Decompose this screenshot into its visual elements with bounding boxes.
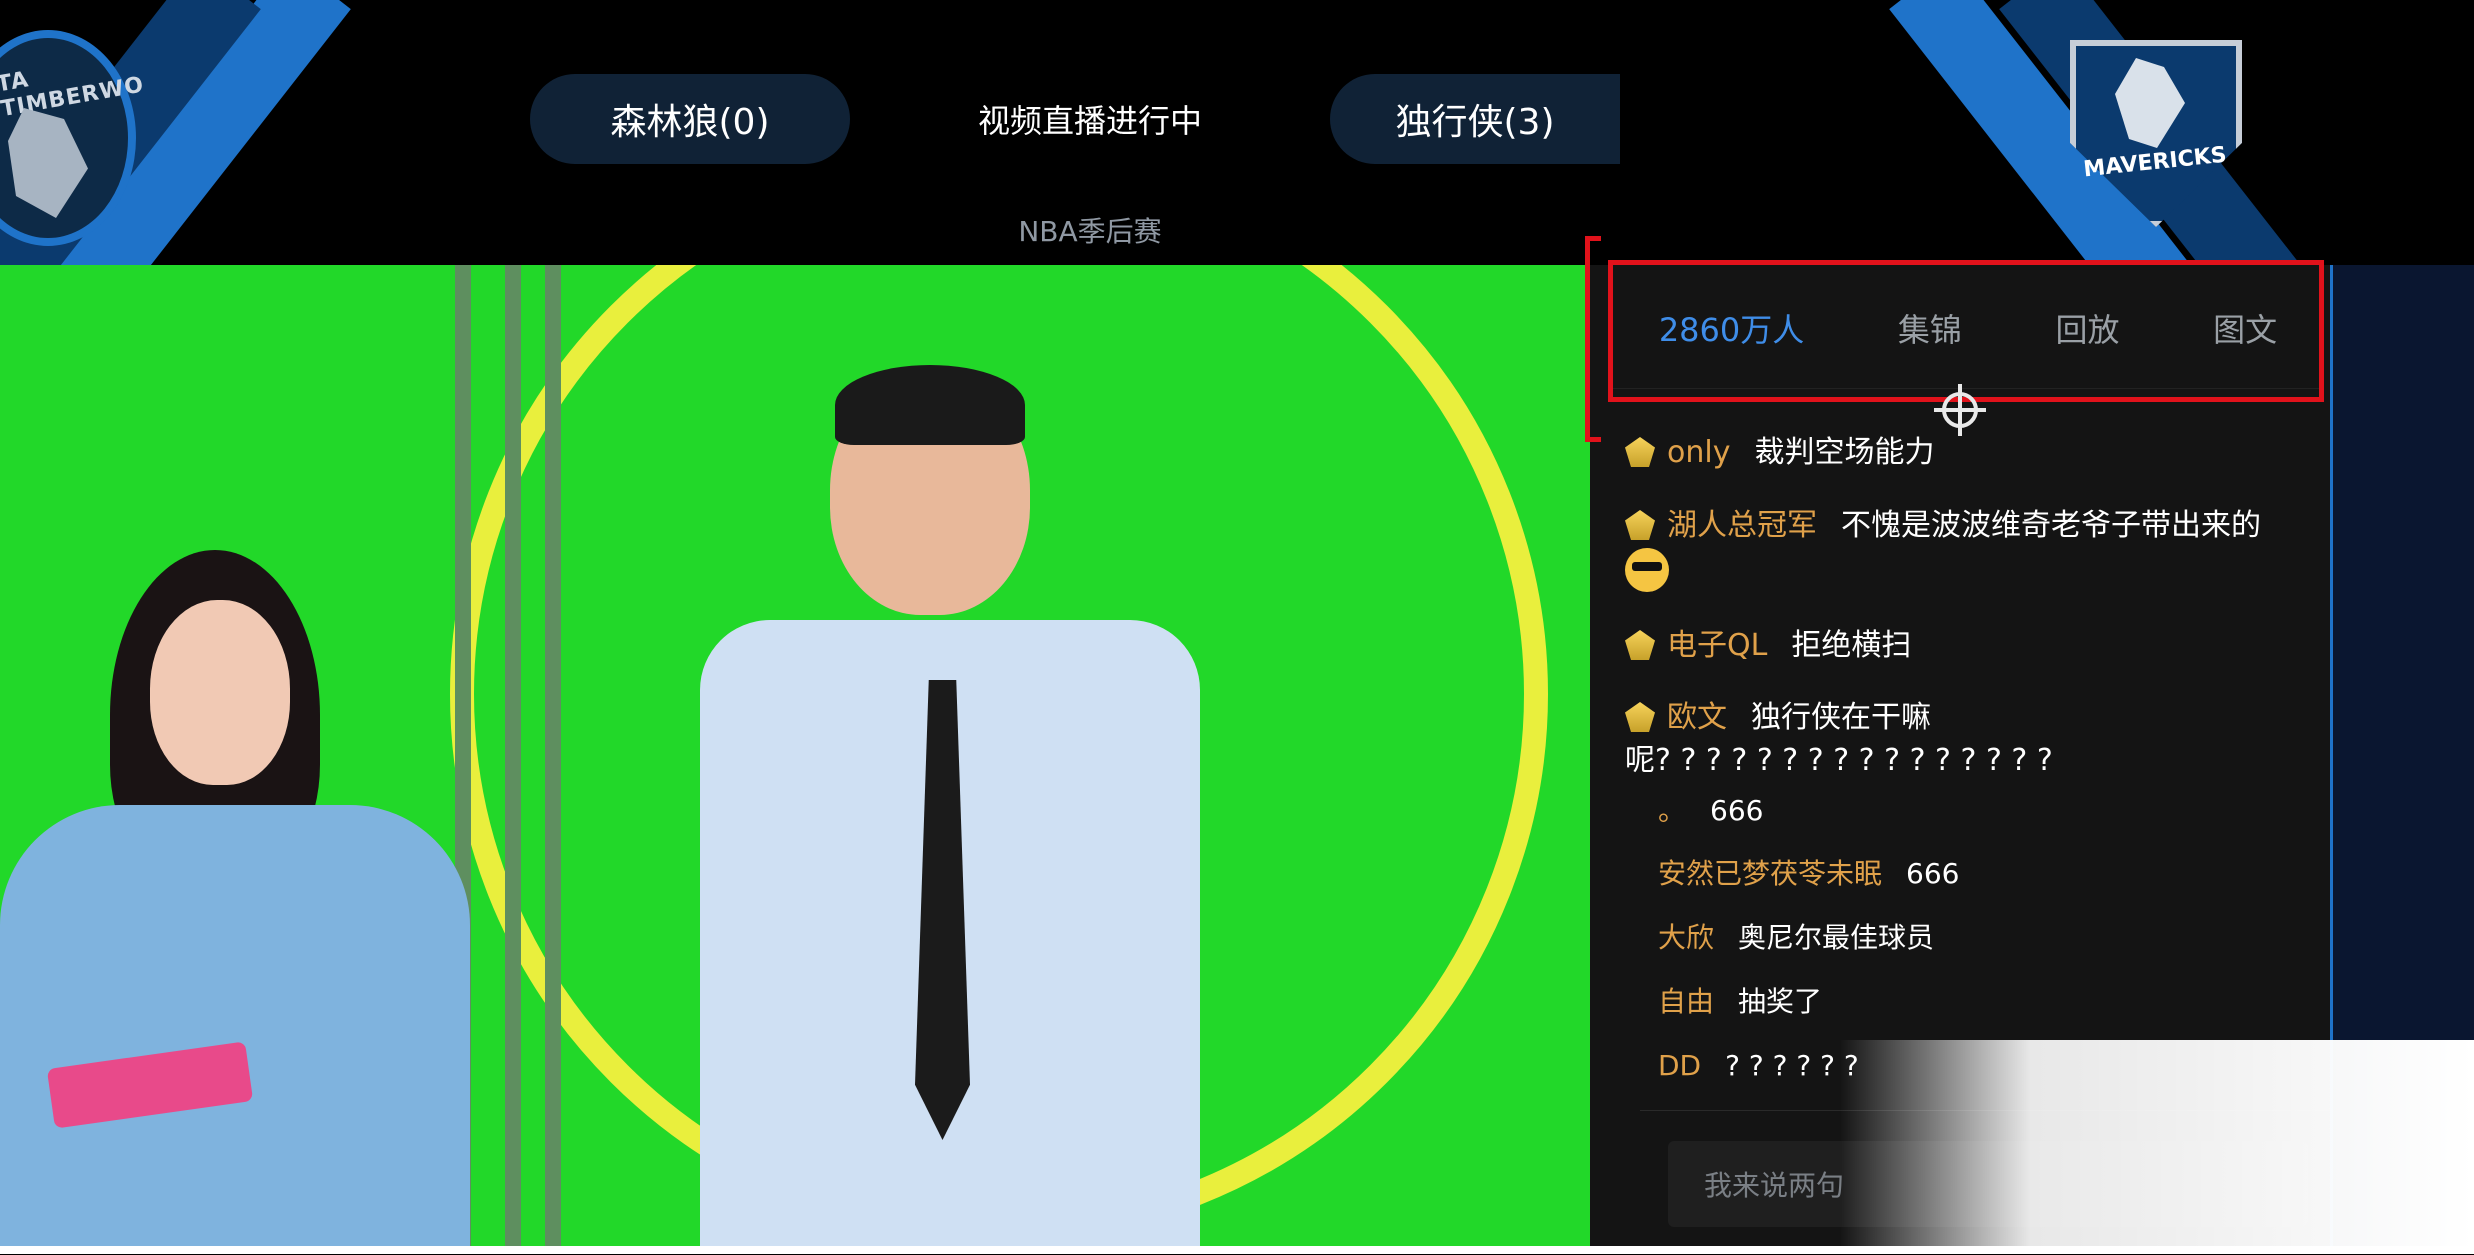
chat-text: 不愧是波波维奇老爷子带出来的 <box>1841 508 2261 543</box>
right-team-score[interactable]: 独行侠(3) <box>1330 74 1620 164</box>
chat-text: ? ? ? ? ? ? <box>1725 1049 1859 1082</box>
watermark-overlay <box>1840 1040 2474 1254</box>
crosshair-icon <box>1934 384 1986 436</box>
mavericks-logo: MAVERICKS <box>2060 30 2242 230</box>
chat-message-continuation: 呢? ? ? ? ? ? ? ? ? ? ? ? ? ? ? ? <box>1625 740 2315 782</box>
chat-message: 电子QL 拒绝横扫 <box>1625 625 2315 667</box>
live-status: 视频直播进行中 <box>977 102 1202 140</box>
chat-username[interactable]: 。 <box>1658 790 1686 832</box>
event-subtitle: NBA季后赛 <box>1018 215 1162 248</box>
chat-message: 欧文 独行侠在干嘛 <box>1625 697 2315 739</box>
chat-message: only 裁判空场能力 <box>1625 432 2315 474</box>
scoreboard-header: TA TIMBERWO 森林狼(0) 视频直播进行中 独行侠(3) NBA季后赛… <box>0 0 2474 265</box>
timberwolves-logo-text: TA TIMBERWO <box>0 67 147 123</box>
chat-username[interactable]: DD <box>1658 1045 1701 1087</box>
backdrop-pillar <box>545 265 561 1254</box>
vip-badge-icon <box>1625 437 1655 467</box>
sunglasses-cat-emoji-icon <box>1625 548 1669 592</box>
highlight-bracket <box>1585 236 1601 442</box>
chat-text: 呢? ? ? ? ? ? ? ? ? ? ? ? ? ? ? ? <box>1625 743 2053 778</box>
chat-message: 。 666 <box>1658 790 2348 832</box>
host-woman-dress <box>0 805 470 1254</box>
chat-username[interactable]: only <box>1667 432 1730 474</box>
host-woman-face <box>150 600 290 785</box>
chat-message: 自由 抽奖了 <box>1658 981 2348 1023</box>
chat-username[interactable]: 安然已梦茯苓未眠 <box>1658 853 1882 895</box>
chat-text: 奥尼尔最佳球员 <box>1738 921 1935 954</box>
chat-username[interactable]: 湖人总冠军 <box>1667 505 1817 547</box>
chat-text: 拒绝横扫 <box>1791 628 1912 663</box>
bottom-edge <box>0 1246 2474 1254</box>
vip-badge-icon <box>1625 630 1655 660</box>
highlight-box <box>1608 260 2324 402</box>
chat-text: 抽奖了 <box>1738 985 1823 1018</box>
chat-username[interactable]: 电子QL <box>1667 625 1767 667</box>
chat-message: 大欣 奥尼尔最佳球员 <box>1658 917 2348 959</box>
chat-text: 666 <box>1906 857 1960 890</box>
left-team-score[interactable]: 森林狼(0) <box>530 74 850 164</box>
chat-username[interactable]: 自由 <box>1658 981 1714 1023</box>
chat-text: 666 <box>1710 794 1764 827</box>
chat-message: 湖人总冠军 不愧是波波维奇老爷子带出来的 <box>1625 505 2315 547</box>
vip-badge-icon <box>1625 702 1655 732</box>
chat-username[interactable]: 大欣 <box>1658 917 1714 959</box>
video-player[interactable] <box>0 265 1590 1254</box>
chat-message: 安然已梦茯苓未眠 666 <box>1658 853 2348 895</box>
chat-text: 裁判空场能力 <box>1754 435 1935 470</box>
vip-badge-icon <box>1625 510 1655 540</box>
host-man-hair <box>835 365 1025 445</box>
wolf-icon <box>8 108 88 218</box>
backdrop-pillar <box>505 265 521 1254</box>
chat-username[interactable]: 欧文 <box>1667 697 1727 739</box>
chat-text: 独行侠在干嘛 <box>1751 700 1931 735</box>
